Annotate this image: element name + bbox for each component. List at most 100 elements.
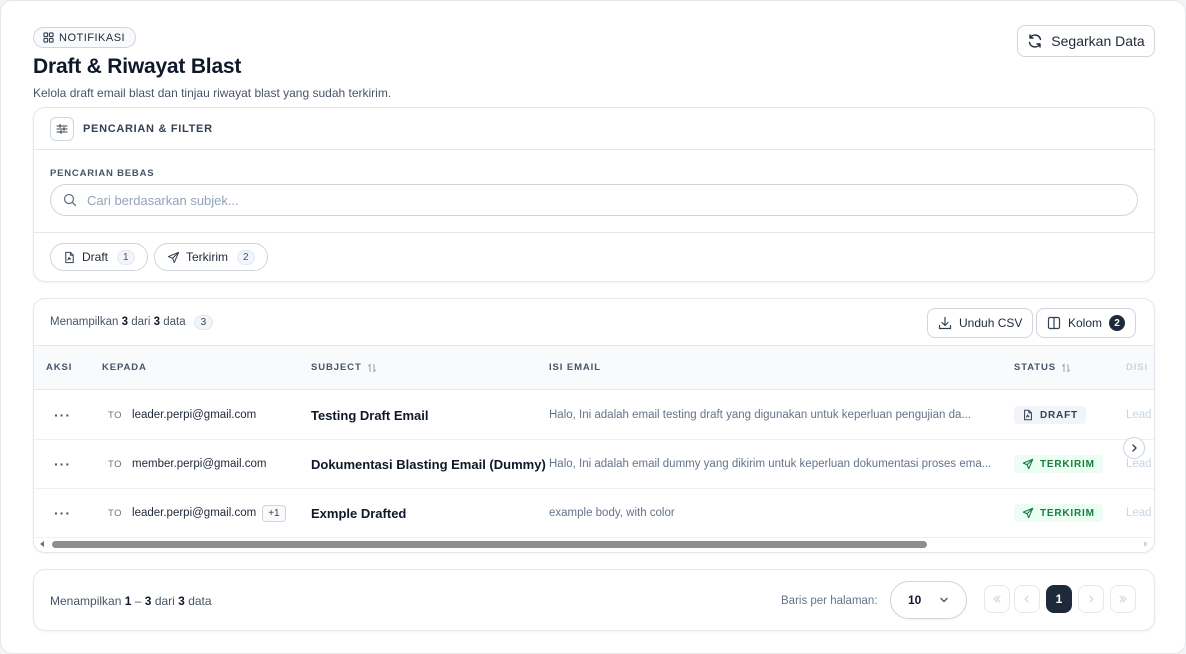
filter-chip-terkirim-label: Terkirim	[186, 250, 228, 264]
email-body: Halo, Ini adalah email testing draft yan…	[549, 409, 971, 421]
download-icon	[938, 316, 952, 330]
filter-card: PENCARIAN & FILTER PENCARIAN BEBAS Draft…	[33, 107, 1155, 282]
page-title: Draft & Riwayat Blast	[33, 55, 242, 78]
page-subtitle: Kelola draft email blast dan tinjau riwa…	[33, 86, 392, 100]
section-badge-label: NOTIFIKASI	[59, 31, 126, 44]
rows-per-page-value: 10	[908, 593, 922, 607]
email-subject[interactable]: Testing Draft Email	[311, 408, 429, 423]
to-tag: TO	[108, 458, 123, 470]
col-status-label: STATUS	[1014, 362, 1056, 373]
to-tag: TO	[108, 507, 123, 519]
table-row: ··· TO leader.perpi@gmail.com +1 Exmple …	[34, 489, 1154, 538]
sliders-icon	[56, 123, 68, 134]
col-subject[interactable]: SUBJECT	[311, 362, 377, 373]
search-input[interactable]	[87, 192, 1137, 208]
next-col-partial: Lead	[1126, 507, 1152, 519]
pagination-info: Menampilkan 1 – 3 dari 3 data	[50, 594, 212, 608]
refresh-data-label: Segarkan Data	[1051, 33, 1145, 49]
file-icon	[65, 251, 74, 263]
status-label: TERKIRIM	[1040, 507, 1095, 519]
status-label: DRAFT	[1040, 409, 1078, 421]
page-button-current[interactable]: 1	[1046, 585, 1072, 613]
row-actions-button[interactable]: ···	[54, 505, 71, 521]
filter-chip-draft-count: 1	[117, 249, 135, 265]
email-subject[interactable]: Dokumentasi Blasting Email (Dummy)	[311, 457, 546, 472]
scroll-next-button[interactable]	[1123, 437, 1145, 459]
columns-label: Kolom	[1068, 316, 1103, 330]
filter-chip-terkirim-count: 2	[237, 249, 255, 265]
filter-icon-box	[50, 116, 74, 141]
scrollbar-thumb[interactable]	[52, 541, 927, 548]
to-tag: TO	[108, 409, 123, 421]
summary-mid: dari	[131, 316, 151, 328]
horizontal-scrollbar[interactable]	[34, 537, 1154, 551]
recipient-email: leader.perpi@gmail.com	[132, 507, 257, 519]
table-card: Menampilkan 3 dari 3 data 3 Unduh CSV Ko…	[33, 298, 1155, 553]
pagination-from: 1	[124, 594, 132, 608]
first-page-button[interactable]	[984, 585, 1010, 613]
col-subject-label: SUBJECT	[311, 362, 362, 373]
next-col-partial: Lead	[1126, 458, 1152, 470]
chevron-right-icon	[1089, 595, 1094, 603]
row-actions-button[interactable]: ···	[54, 407, 71, 423]
col-status[interactable]: STATUS	[1014, 362, 1071, 373]
chevron-right-icon	[1132, 444, 1137, 452]
chevron-left-icon	[1024, 595, 1029, 603]
send-icon	[167, 251, 180, 263]
columns-button[interactable]: Kolom 2	[1036, 308, 1137, 338]
email-body: Halo, Ini adalah email dummy yang dikiri…	[549, 458, 992, 470]
last-page-button[interactable]	[1110, 585, 1136, 613]
table-header: AKSI KEPADA SUBJECT ISI EMAIL STATUS DIS…	[34, 346, 1154, 390]
columns-count-badge: 2	[1109, 315, 1126, 331]
send-icon	[1022, 507, 1034, 519]
pagination-dash: –	[134, 594, 142, 608]
columns-icon	[1047, 316, 1061, 330]
row-actions-button[interactable]: ···	[54, 456, 71, 472]
recipient-email: leader.perpi@gmail.com	[132, 409, 257, 421]
chevrons-left-icon	[993, 595, 1001, 603]
filter-divider	[34, 232, 1154, 233]
page: NOTIFIKASI Draft & Riwayat Blast Kelola …	[0, 0, 1186, 654]
download-csv-label: Unduh CSV	[959, 316, 1023, 330]
pagination-to: 3	[144, 594, 152, 608]
prev-page-button[interactable]	[1014, 585, 1040, 613]
scroll-left-icon[interactable]	[38, 540, 46, 548]
filter-chip-draft[interactable]: Draft 1	[50, 243, 148, 271]
rows-per-page-select[interactable]: 10	[890, 581, 967, 619]
search-label: PENCARIAN BEBAS	[50, 168, 155, 179]
pagination-prefix: Menampilkan	[50, 594, 122, 608]
rows-per-page-label: Baris per halaman:	[781, 595, 878, 607]
col-kepada: KEPADA	[102, 362, 147, 373]
table-summary: Menampilkan 3 dari 3 data	[50, 316, 186, 328]
email-body: example body, with color	[549, 507, 675, 519]
table-row: ··· TO member.perpi@gmail.com Dokumentas…	[34, 440, 1154, 489]
email-subject[interactable]: Exmple Drafted	[311, 506, 406, 521]
status-badge: TERKIRIM	[1014, 504, 1103, 522]
sort-icon	[1062, 362, 1070, 373]
search-icon	[63, 193, 77, 207]
table-row: ··· TO leader.perpi@gmail.com Testing Dr…	[34, 391, 1154, 440]
filter-header: PENCARIAN & FILTER	[34, 108, 1154, 150]
section-badge: NOTIFIKASI	[33, 27, 137, 48]
send-icon	[1022, 458, 1034, 470]
summary-count-badge: 3	[193, 314, 214, 330]
refresh-data-button[interactable]: Segarkan Data	[1017, 25, 1155, 57]
chevrons-right-icon	[1119, 595, 1127, 603]
search-box[interactable]	[50, 184, 1138, 216]
status-label: TERKIRIM	[1040, 458, 1095, 470]
summary-shown: 3	[121, 316, 129, 328]
chevron-down-icon	[940, 597, 949, 603]
summary-total: 3	[153, 316, 161, 328]
pagination-total: 3	[178, 594, 185, 608]
scroll-right-icon[interactable]	[1142, 540, 1150, 548]
col-isi-email: ISI EMAIL	[549, 362, 601, 373]
refresh-icon	[1029, 34, 1042, 48]
extra-recipients-badge[interactable]: +1	[262, 504, 286, 522]
grid-icon	[43, 32, 54, 43]
filter-chip-draft-label: Draft	[82, 250, 109, 264]
download-csv-button[interactable]: Unduh CSV	[927, 308, 1034, 338]
summary-suffix: data	[163, 316, 186, 328]
next-page-button[interactable]	[1078, 585, 1104, 613]
col-next-partial: DISI	[1126, 362, 1149, 373]
filter-chip-terkirim[interactable]: Terkirim 2	[154, 243, 268, 271]
